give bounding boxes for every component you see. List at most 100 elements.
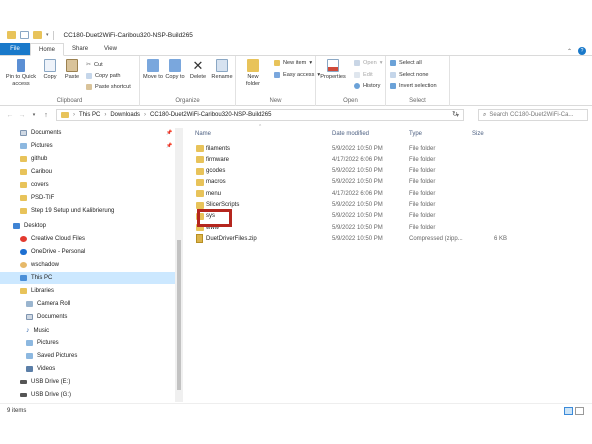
new-folder-icon[interactable] xyxy=(33,31,42,39)
file-row[interactable]: firmware 4/17/2022 6:06 PM File folder xyxy=(194,154,524,165)
nav-item-documents[interactable]: Documents xyxy=(20,130,61,136)
easy-access-button[interactable]: Easy access ▾ xyxy=(274,72,320,78)
file-row[interactable]: gcodes 5/9/2022 10:50 PM File folder xyxy=(194,166,524,177)
move-to-button[interactable]: Move to xyxy=(143,59,163,81)
nav-item-covers[interactable]: covers xyxy=(20,182,49,188)
nav-item-saved-pictures[interactable]: Saved Pictures xyxy=(26,353,77,359)
nav-scrollbar-thumb[interactable] xyxy=(177,240,181,390)
file-date: 5/9/2022 10:50 PM xyxy=(332,235,383,242)
copy-button[interactable]: Copy xyxy=(40,59,60,81)
file-row[interactable]: www 5/9/2022 10:50 PM File folder xyxy=(194,222,524,233)
file-row[interactable]: SlicerScripts 5/9/2022 10:50 PM File folde… xyxy=(194,200,524,211)
nav-item-pictures[interactable]: Pictures xyxy=(20,143,53,149)
breadcrumb-current-folder[interactable]: CC180-Duet2WiFi-Caribou320-NSP-Build265 xyxy=(150,112,271,118)
address-row: ← → ▾ ↑ › This PC › Downloads › CC180-Du… xyxy=(0,106,592,124)
nav-item-lib-documents[interactable]: Documents xyxy=(26,314,67,320)
nav-item-desktop[interactable]: Desktop xyxy=(13,223,46,229)
tab-file[interactable]: File xyxy=(0,43,30,55)
rename-button[interactable]: Rename xyxy=(210,59,234,81)
copy-path-button[interactable]: Copy path xyxy=(86,73,121,79)
select-none-button[interactable]: Select none xyxy=(390,72,429,78)
forward-arrow-icon[interactable]: → xyxy=(16,112,28,119)
folder-icon xyxy=(20,156,27,162)
large-icons-view-icon[interactable] xyxy=(575,407,584,415)
back-arrow-icon[interactable]: ← xyxy=(4,112,16,119)
file-type: File folder xyxy=(409,145,436,152)
properties-icon[interactable] xyxy=(20,31,29,39)
folder-icon xyxy=(7,31,16,39)
nav-item-lib-pictures[interactable]: Pictures xyxy=(26,340,59,346)
nav-item-usb-g[interactable]: USB Drive (G:) xyxy=(20,392,71,398)
folder-icon xyxy=(20,169,27,175)
nav-item-usb-e[interactable]: USB Drive (E:) xyxy=(20,379,70,385)
edit-button[interactable]: Edit xyxy=(354,72,373,78)
refresh-icon[interactable]: ↻ xyxy=(452,110,458,118)
details-view-icon[interactable] xyxy=(564,407,573,415)
column-header-name[interactable]: Name xyxy=(195,127,211,141)
history-icon xyxy=(354,83,360,89)
nav-item-caribou[interactable]: Caribou xyxy=(20,169,52,175)
title-bar: ▾ CC180-Duet2WiFi-Caribou320-NSP-Build26… xyxy=(0,26,592,44)
help-icon[interactable]: ? xyxy=(578,47,586,55)
delete-button[interactable]: ✕ Delete xyxy=(188,59,208,81)
recent-locations-icon[interactable]: ▾ xyxy=(28,112,40,118)
nav-item-psd-tif[interactable]: PSD-TIF xyxy=(20,195,54,201)
nav-item-videos[interactable]: Videos xyxy=(26,366,55,372)
pin-quick-access-button[interactable]: Pin to Quick access xyxy=(3,59,39,87)
breadcrumb-this-pc[interactable]: This PC xyxy=(79,112,100,118)
tab-view[interactable]: View xyxy=(96,43,125,55)
paste-shortcut-button[interactable]: Paste shortcut xyxy=(86,84,131,90)
cloud-icon xyxy=(20,249,27,255)
properties-icon xyxy=(327,59,339,72)
history-button[interactable]: History xyxy=(354,83,380,89)
up-arrow-icon[interactable]: ↑ xyxy=(40,112,52,119)
paste-button[interactable]: Paste xyxy=(62,59,82,81)
nav-item-camera-roll[interactable]: Camera Roll xyxy=(26,301,70,307)
tab-share[interactable]: Share xyxy=(64,43,96,55)
clipboard-group-label: Clipboard xyxy=(56,98,83,104)
file-row[interactable]: macros 5/9/2022 10:50 PM File folder xyxy=(194,177,524,188)
new-item-button[interactable]: New item ▾ xyxy=(274,60,312,66)
folder-icon xyxy=(196,145,204,152)
cut-button[interactable]: ✂ Cut xyxy=(86,61,103,69)
file-row[interactable]: filaments 5/9/2022 10:50 PM File folder xyxy=(194,143,524,154)
copy-to-button[interactable]: Copy to xyxy=(165,59,185,81)
search-input[interactable]: ⌕ Search CC180-Duet2WiFi-Ca... xyxy=(478,109,588,121)
nav-item-github[interactable]: github xyxy=(20,156,47,162)
nav-item-user[interactable]: wschadow xyxy=(20,262,59,268)
file-type: File folder xyxy=(409,168,436,175)
paste-icon xyxy=(66,59,78,72)
properties-button[interactable]: Properties xyxy=(319,59,347,81)
collapse-ribbon-icon[interactable]: ⌃ xyxy=(567,48,572,55)
file-type: File folder xyxy=(409,190,436,197)
new-folder-button[interactable]: New folder xyxy=(242,59,264,87)
tab-home[interactable]: Home xyxy=(30,43,65,56)
invert-selection-button[interactable]: Invert selection xyxy=(390,83,437,89)
nav-item-onedrive[interactable]: OneDrive - Personal xyxy=(20,249,85,255)
ribbon: Pin to Quick access Copy Paste ✂ Cut Cop… xyxy=(0,56,592,106)
select-group-label: Select xyxy=(409,98,426,104)
breadcrumb-downloads[interactable]: Downloads xyxy=(110,112,140,118)
nav-item-this-pc[interactable]: This PC xyxy=(20,275,52,281)
nav-item-libraries[interactable]: Libraries xyxy=(20,288,54,294)
column-header-size[interactable]: Size xyxy=(472,127,484,141)
file-name: macros xyxy=(206,179,226,186)
column-header-type[interactable]: Type xyxy=(409,127,422,141)
nav-item-music[interactable]: ♪ Music xyxy=(26,327,49,334)
file-row[interactable]: DuetDriverFiles.zip 5/9/2022 10:50 PM Comp… xyxy=(194,233,524,244)
file-row[interactable]: sys 5/9/2022 10:50 PM File folder xyxy=(194,211,524,222)
user-icon xyxy=(20,262,27,268)
quick-access-toolbar: ▾ xyxy=(0,30,54,40)
folder-icon xyxy=(61,112,69,118)
file-row[interactable]: menu 4/17/2022 6:06 PM File folder xyxy=(194,188,524,199)
open-button[interactable]: Open ▾ xyxy=(354,60,383,66)
customize-dropdown-icon[interactable]: ▾ xyxy=(46,32,49,38)
move-to-icon xyxy=(147,59,159,72)
clipboard-group: Pin to Quick access Copy Paste ✂ Cut Cop… xyxy=(0,56,140,106)
nav-item-creative-cloud[interactable]: Creative Cloud Files xyxy=(20,236,85,242)
column-header-date[interactable]: Date modified xyxy=(332,127,369,141)
address-bar[interactable]: › This PC › Downloads › CC180-Duet2WiFi-… xyxy=(56,109,464,121)
organize-group-label: Organize xyxy=(175,98,200,104)
nav-item-step19[interactable]: Step 19 Setup und Kalibrierung xyxy=(20,208,114,214)
select-all-button[interactable]: Select all xyxy=(390,60,422,66)
